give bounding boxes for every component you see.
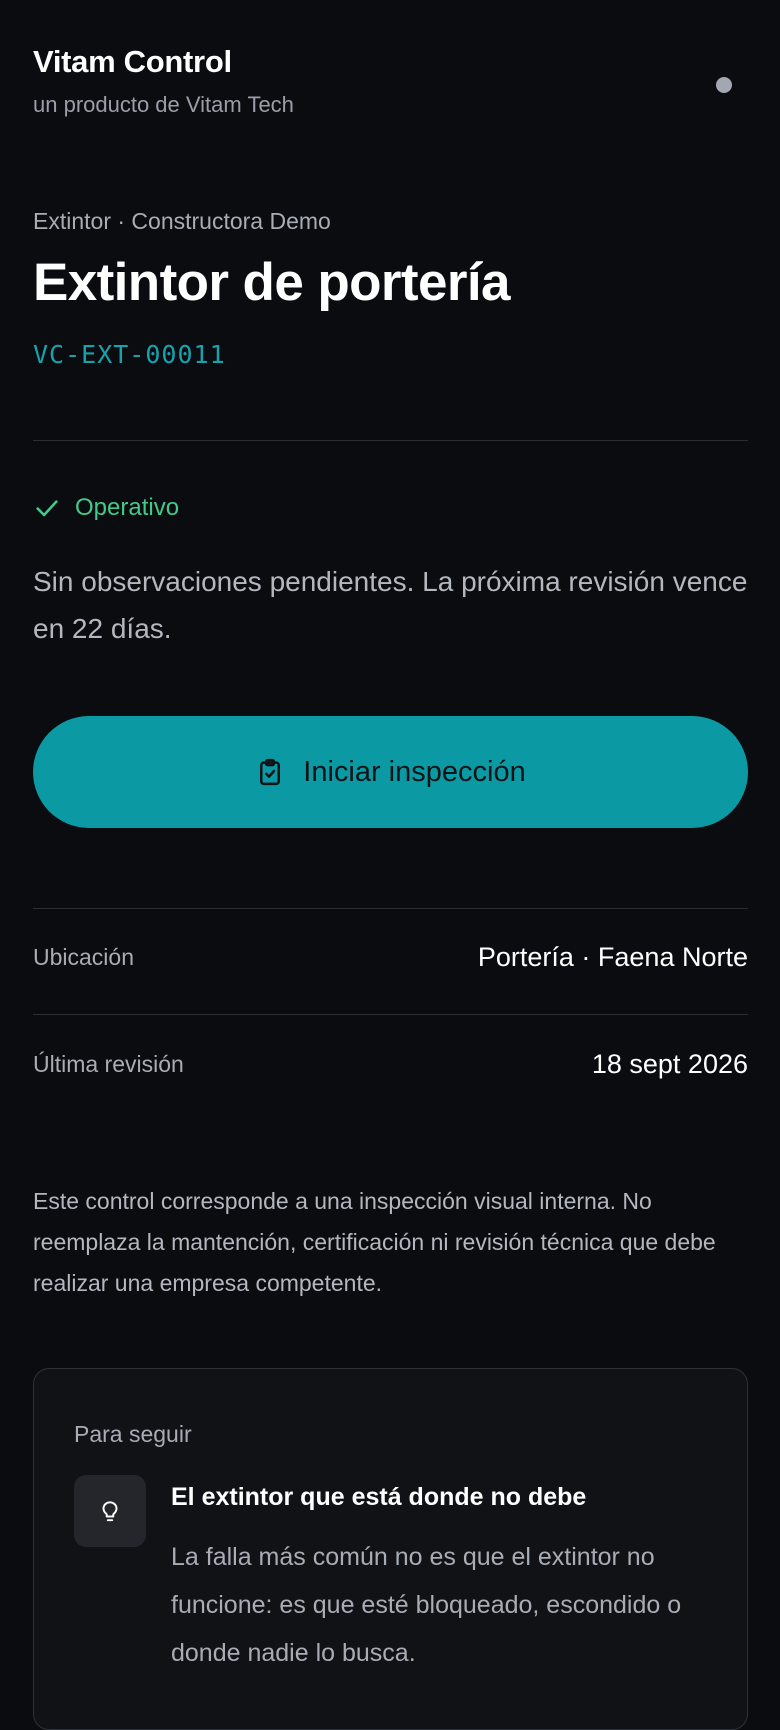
start-inspection-label: Iniciar inspección [303,755,526,788]
detail-label: Ubicación [33,944,134,970]
lightbulb-icon [74,1475,146,1547]
brand-title: Vitam Control [33,44,232,79]
page-title: Extintor de portería [33,253,510,312]
disclaimer-text: Este control corresponde a una inspecció… [33,1188,716,1296]
clipboard-check-icon [255,757,285,787]
asset-code: VC-EXT-00011 [33,340,226,369]
detail-label: Última revisión [33,1051,184,1077]
status-indicator: Operativo [33,494,179,522]
divider [33,440,748,441]
breadcrumb: Extintor · Constructora Demo [33,208,331,234]
status-label: Operativo [75,494,180,521]
divider [33,908,748,909]
next-steps-card: Para seguir El extintor que está donde n… [33,1368,748,1730]
check-icon [33,494,61,522]
status-description: Sin observaciones pendientes. La próxima… [33,566,748,644]
start-inspection-button[interactable]: Iniciar inspección [33,716,748,828]
detail-row-last-review: Última revisión 18 sept 2026 [33,1049,748,1080]
detail-value: Portería · Faena Norte [477,942,748,972]
detail-row-location: Ubicación Portería · Faena Norte [33,942,748,973]
tip-body: La falla más común no es que el extintor… [171,1543,682,1667]
tip-title[interactable]: El extintor que está donde no debe [171,1483,727,1512]
divider [33,1014,748,1015]
card-heading: Para seguir [74,1421,192,1447]
connection-status-dot [716,77,732,93]
detail-value: 18 sept 2026 [591,1049,748,1079]
brand-subtitle: un producto de Vitam Tech [33,92,294,117]
